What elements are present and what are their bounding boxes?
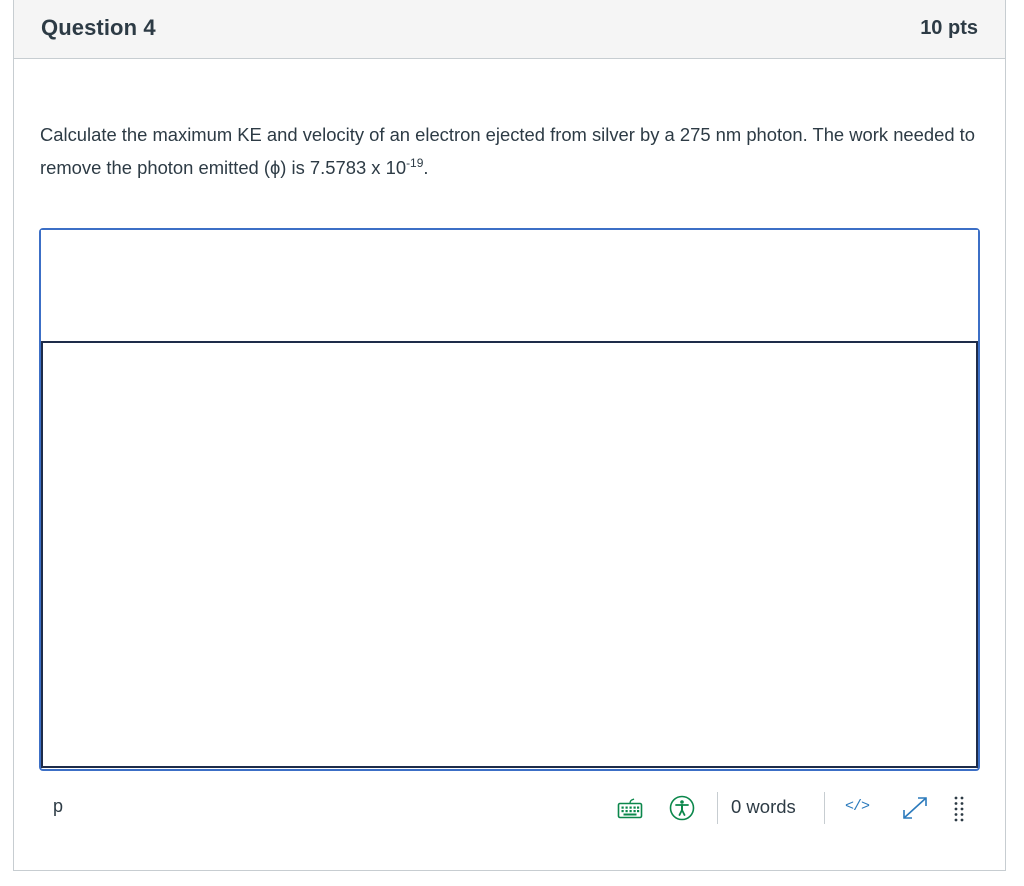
word-count[interactable]: 0 words — [731, 796, 796, 818]
accessibility-checker-icon[interactable] — [667, 794, 697, 822]
status-divider — [824, 792, 825, 824]
question-header: Question 4 10 pts — [14, 0, 1005, 59]
status-divider — [717, 792, 718, 824]
resize-drag-handle-icon[interactable] — [951, 794, 967, 822]
question-text-main: Calculate the maximum KE and velocity of… — [40, 124, 976, 178]
question-text-end: . — [423, 157, 429, 178]
answer-text-area[interactable] — [41, 341, 978, 768]
editor-status-bar: p 0 words </> — [39, 790, 980, 826]
editor-toolbar — [41, 230, 978, 341]
question-points: 10 pts — [920, 17, 978, 39]
html-editor-toggle[interactable]: </> — [845, 798, 870, 815]
question-text: Calculate the maximum KE and velocity of… — [40, 118, 985, 184]
rich-text-editor[interactable] — [39, 228, 980, 771]
fullscreen-expand-icon[interactable] — [899, 794, 931, 822]
question-text-exponent: -19 — [406, 156, 424, 170]
keyboard-icon[interactable] — [615, 794, 645, 822]
element-path[interactable]: p — [53, 796, 63, 817]
question-title: Question 4 — [41, 15, 156, 40]
